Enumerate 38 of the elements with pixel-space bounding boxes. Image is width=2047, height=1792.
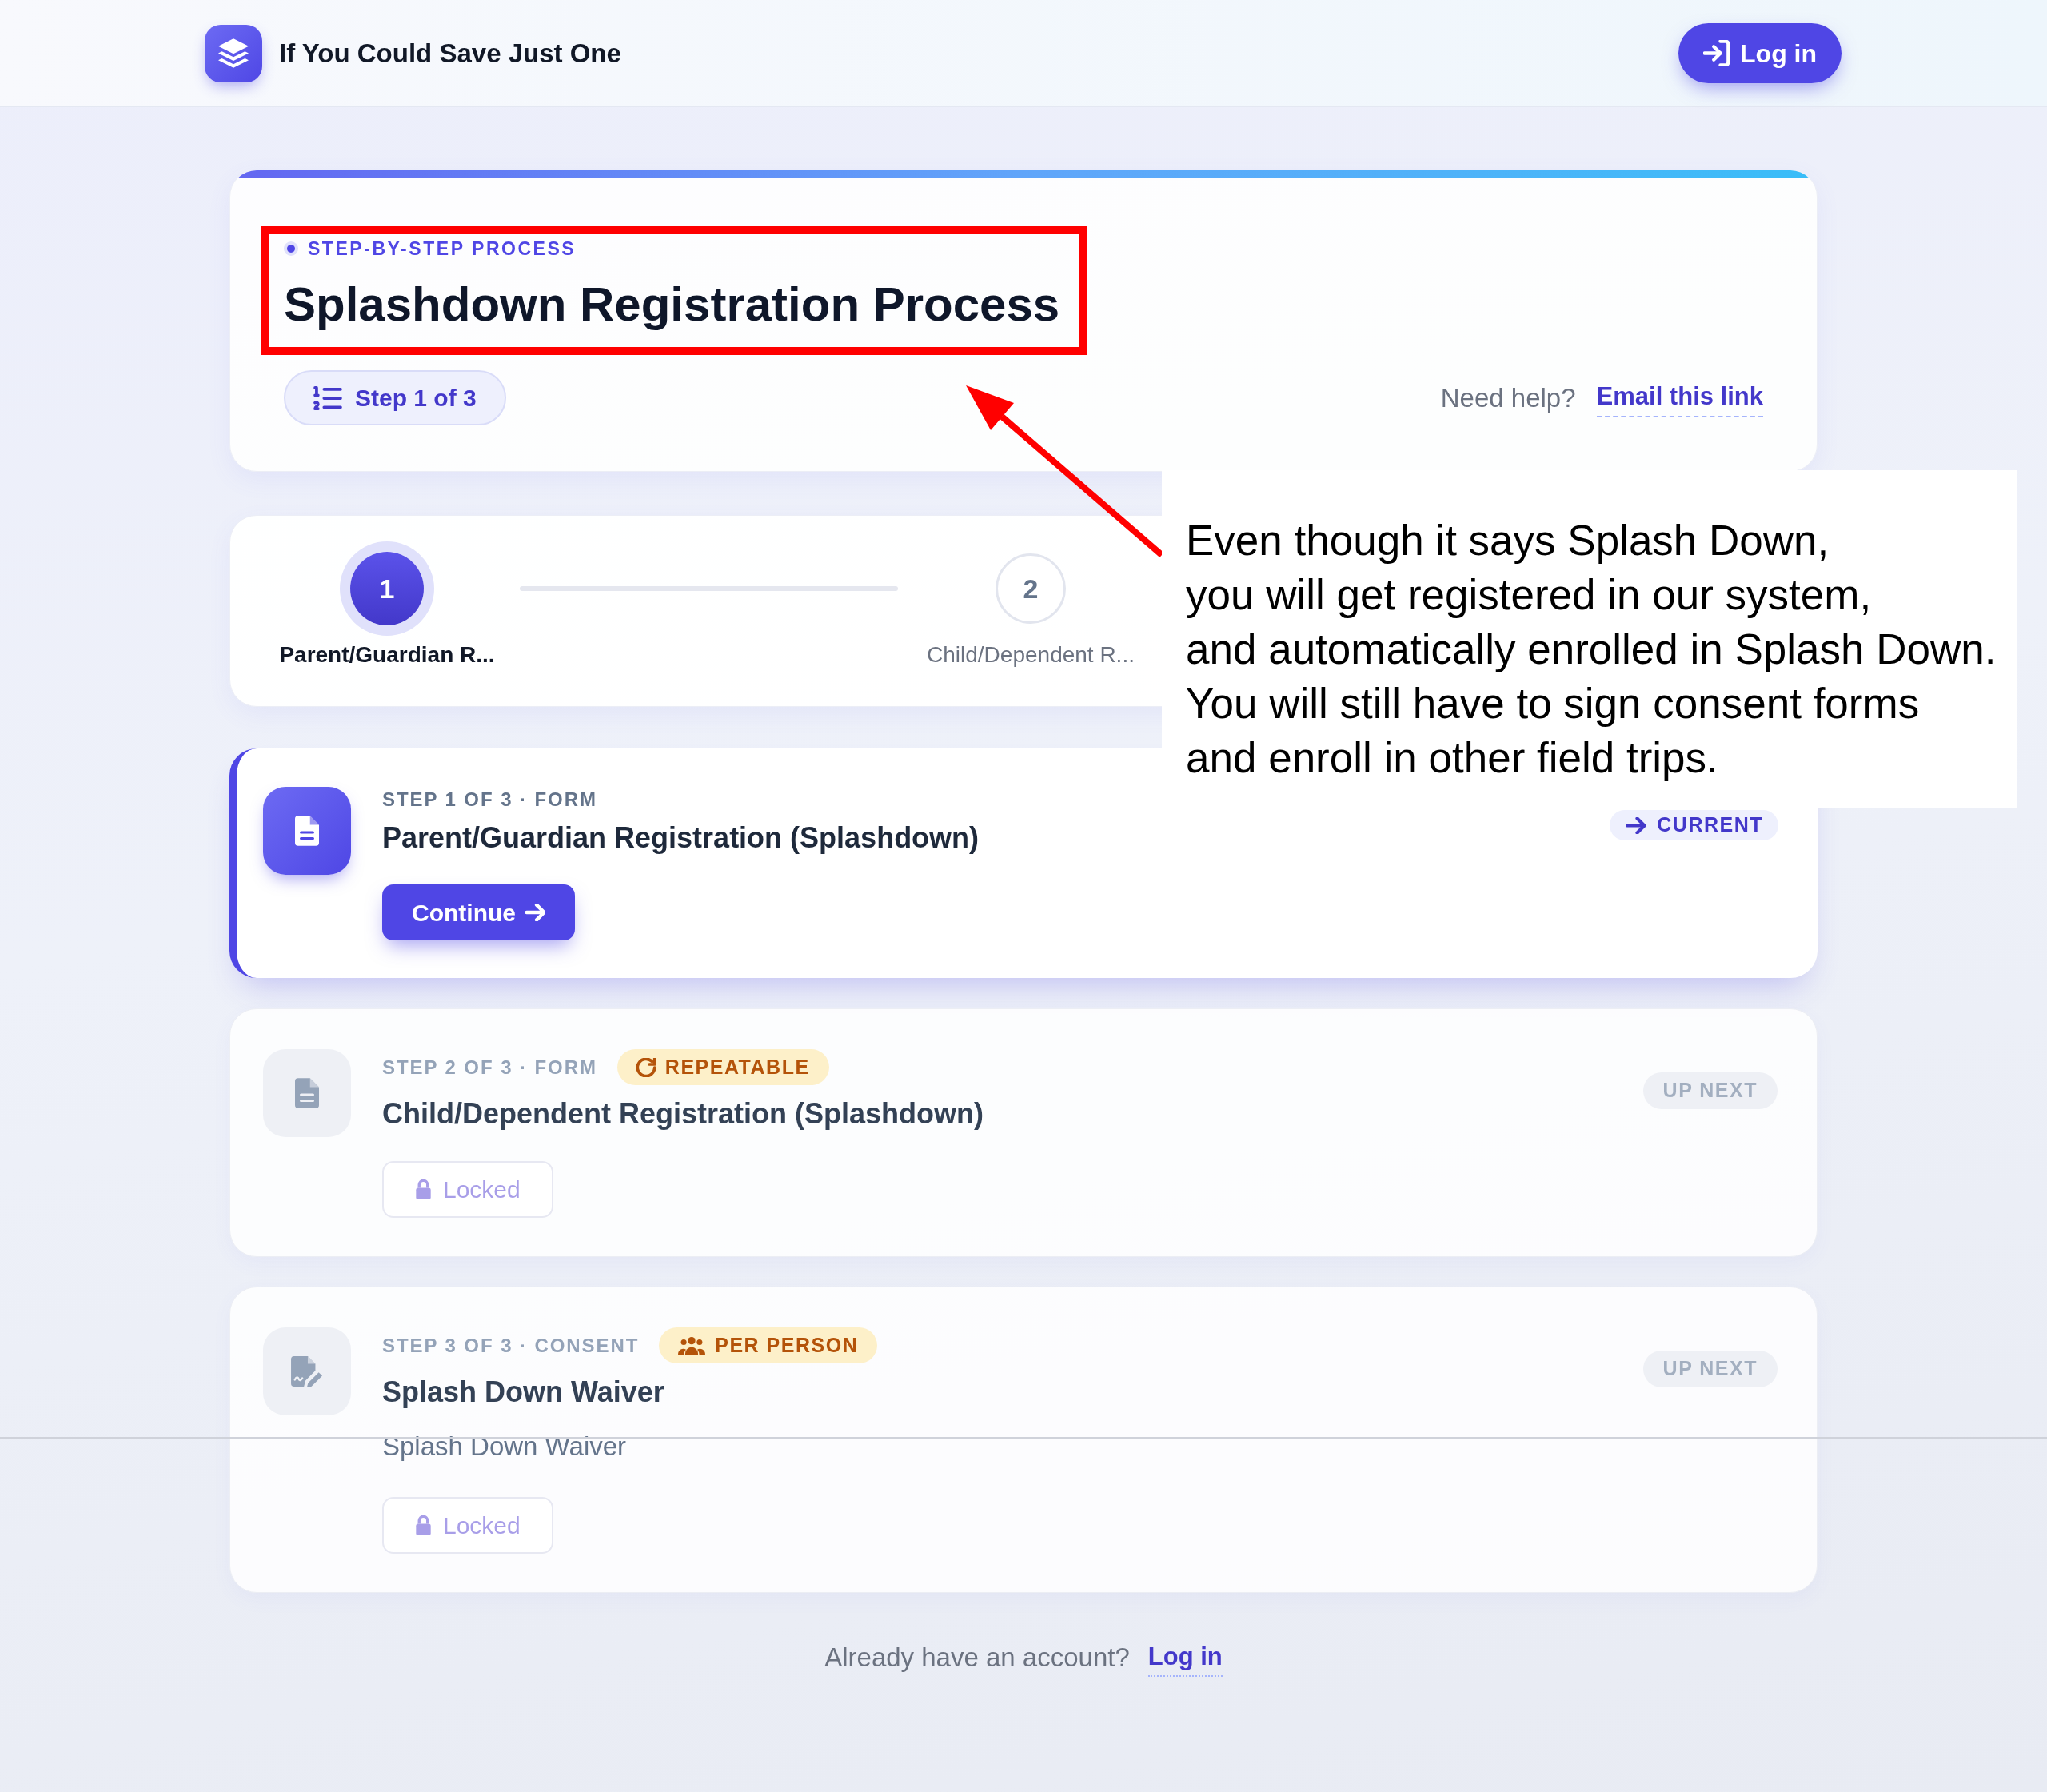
annotation-text: Even though it says Splash Down, you will get registered in our system, and automatically enrolled in Splash Down. You will still have to sign consent forms and enroll in other field trips.: [1186, 516, 1997, 783]
arrow-right-icon: [1626, 816, 1646, 834]
document-icon: [263, 787, 351, 875]
users-icon: [678, 1335, 706, 1355]
layers-icon: [205, 24, 262, 82]
step-progress-text: Step 1 of 3: [355, 384, 477, 413]
status-badge: UP NEXT: [1642, 1072, 1778, 1109]
step-label: Child/Dependent R...: [927, 642, 1135, 668]
step-eyebrow: STEP 2 OF 3 · FORM: [382, 1055, 597, 1080]
step-title: Splash Down Waiver: [382, 1375, 664, 1410]
login-button[interactable]: Log in: [1678, 23, 1842, 83]
rotate-icon: [636, 1057, 656, 1077]
status-badge: CURRENT: [1610, 810, 1778, 840]
section-eyebrow: STEP-BY-STEP PROCESS: [308, 238, 577, 259]
email-link[interactable]: Email this link: [1596, 378, 1763, 417]
signed-document-icon: [263, 1327, 351, 1415]
sign-in-icon: [1703, 40, 1730, 66]
step-tag: REPEATABLE: [616, 1049, 829, 1085]
status-badge: UP NEXT: [1642, 1351, 1778, 1387]
brand-name: If You Could Save Just One: [279, 37, 621, 70]
step-tag: PER PERSON: [659, 1327, 878, 1363]
step-eyebrow: STEP 3 OF 3 · CONSENT: [382, 1333, 640, 1358]
step-eyebrow: STEP 1 OF 3 · FORM: [382, 788, 597, 812]
page-title: Splashdown Registration Process: [284, 277, 1060, 333]
lock-icon: [415, 1179, 432, 1199]
document-icon: [263, 1049, 351, 1137]
step-label: Parent/Guardian R...: [279, 642, 495, 668]
footer-login-link[interactable]: Log in: [1147, 1638, 1223, 1678]
lock-icon: [415, 1515, 432, 1535]
arrow-right-icon: [525, 904, 545, 921]
footer-text: Already have an account?: [824, 1642, 1130, 1674]
numbered-list-icon: [313, 385, 342, 410]
help-text: Need help?: [1440, 381, 1576, 414]
step-number[interactable]: 2: [996, 553, 1066, 624]
step-title: Parent/Guardian Registration (Splashdown): [382, 820, 980, 856]
continue-button[interactable]: Continue: [382, 884, 575, 940]
step-title: Child/Dependent Registration (Splashdown): [382, 1096, 984, 1131]
step-description: Splash Down Waiver: [382, 1431, 627, 1463]
